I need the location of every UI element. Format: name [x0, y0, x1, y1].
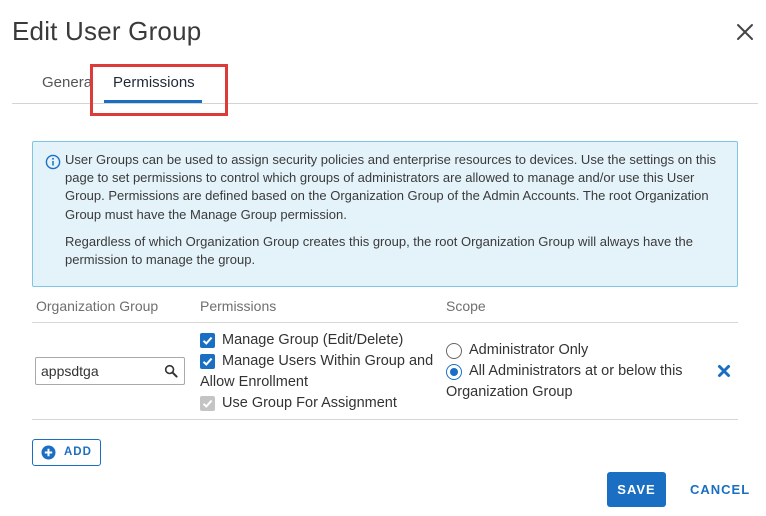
info-paragraph-1: User Groups can be used to assign securi…: [65, 152, 717, 222]
dialog-title: Edit User Group: [12, 16, 202, 46]
scope-administrator-only-radio[interactable]: [446, 343, 462, 359]
manage-group-checkbox[interactable]: [200, 333, 215, 348]
remove-row-icon[interactable]: [717, 364, 731, 378]
cancel-button[interactable]: CANCEL: [690, 472, 749, 507]
column-header-permissions: Permissions: [200, 298, 277, 314]
plus-circle-icon: [41, 445, 56, 460]
table-divider-top: [32, 322, 738, 323]
info-paragraph-2: Regardless of which Organization Group c…: [65, 234, 693, 268]
close-button[interactable]: [733, 20, 757, 44]
column-header-organization-group: Organization Group: [36, 298, 159, 314]
checkmark-icon: [202, 399, 213, 408]
search-icon[interactable]: [164, 364, 178, 378]
manage-group-label: Manage Group (Edit/Delete): [222, 332, 404, 348]
scope-administrator-only-label: Administrator Only: [469, 342, 589, 358]
save-button[interactable]: SAVE: [607, 472, 666, 507]
use-group-for-assignment-checkbox: [200, 396, 215, 411]
tab-bar: General Permissions: [12, 60, 758, 104]
manage-users-label: Manage Users Within Group and Allow Enro…: [200, 353, 434, 390]
active-tab-indicator: [104, 100, 202, 103]
tab-permissions[interactable]: Permissions: [113, 74, 195, 91]
close-icon: [737, 24, 753, 40]
table-divider-bottom: [32, 419, 738, 420]
info-banner: User Groups can be used to assign securi…: [32, 141, 738, 287]
organization-group-input[interactable]: [36, 358, 162, 384]
tab-general[interactable]: General: [42, 74, 92, 91]
scope-all-administrators-label: All Administrators at or below this Orga…: [446, 363, 683, 400]
checkmark-icon: [202, 336, 213, 345]
use-group-for-assignment-label: Use Group For Assignment: [222, 395, 397, 411]
column-header-scope: Scope: [446, 298, 486, 314]
add-button[interactable]: ADD: [32, 439, 101, 466]
organization-group-field: [35, 357, 185, 385]
add-button-label: ADD: [64, 446, 92, 458]
info-icon: [45, 154, 61, 170]
